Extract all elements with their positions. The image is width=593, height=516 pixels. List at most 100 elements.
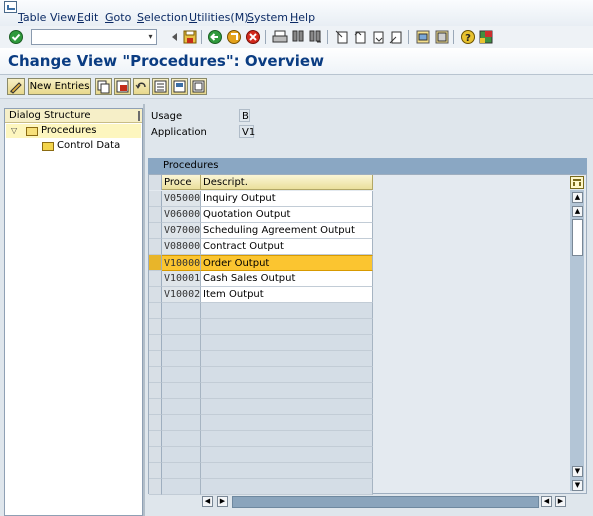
save-icon[interactable] bbox=[182, 29, 198, 45]
select-all-rows[interactable] bbox=[149, 175, 162, 190]
chevron-down-icon[interactable]: ▾ bbox=[146, 31, 155, 42]
scroll-first-icon[interactable]: ▲ bbox=[572, 192, 583, 203]
cell-description[interactable]: Scheduling Agreement Output bbox=[201, 223, 373, 239]
find-icon[interactable] bbox=[290, 29, 306, 45]
cell-procedure bbox=[162, 447, 201, 463]
copy-button[interactable] bbox=[95, 78, 112, 95]
cell-procedure bbox=[162, 319, 201, 335]
edit-button[interactable] bbox=[7, 78, 25, 95]
row-selector[interactable] bbox=[149, 351, 162, 367]
print-icon[interactable] bbox=[272, 29, 288, 45]
resize-grip[interactable] bbox=[138, 111, 140, 121]
row-selector[interactable] bbox=[149, 191, 162, 207]
cell-description bbox=[201, 303, 373, 319]
enter-icon[interactable] bbox=[8, 29, 24, 45]
command-field[interactable]: ▾ bbox=[31, 29, 157, 45]
column-header-description[interactable]: Descript. bbox=[201, 175, 373, 190]
create-session-icon[interactable] bbox=[415, 29, 431, 45]
scroll-down-icon[interactable]: ▼ bbox=[572, 466, 583, 477]
back-icon[interactable] bbox=[207, 29, 223, 45]
row-selector[interactable] bbox=[149, 255, 162, 271]
cell-description[interactable]: Quotation Output bbox=[201, 207, 373, 223]
menu-selection[interactable]: Selection bbox=[137, 11, 188, 24]
row-selector[interactable] bbox=[149, 223, 162, 239]
cell-procedure bbox=[162, 415, 201, 431]
cell-description[interactable]: Cash Sales Output bbox=[201, 271, 373, 287]
table-settings-icon[interactable] bbox=[570, 176, 584, 189]
delete-button[interactable] bbox=[114, 78, 131, 95]
layout-icon[interactable] bbox=[478, 29, 494, 45]
column-header-procedure[interactable]: Proce bbox=[162, 175, 201, 190]
deselect-all-button[interactable] bbox=[190, 78, 207, 95]
menu-system[interactable]: System bbox=[247, 11, 288, 24]
cell-description[interactable]: Inquiry Output bbox=[201, 191, 373, 207]
cell-procedure: V10001 bbox=[162, 271, 201, 287]
cell-procedure: V07000 bbox=[162, 223, 201, 239]
open-folder-icon bbox=[26, 127, 38, 136]
menu-goto[interactable]: Goto bbox=[105, 11, 131, 24]
toolbar-separator bbox=[453, 30, 454, 44]
application-field: V1 bbox=[239, 125, 255, 138]
row-selector[interactable] bbox=[149, 431, 162, 447]
vertical-scroll-thumb[interactable] bbox=[572, 219, 583, 256]
row-selector[interactable] bbox=[149, 367, 162, 383]
scroll-right-icon[interactable]: ▶ bbox=[217, 496, 228, 507]
expand-triangle-icon[interactable]: ▽ bbox=[11, 124, 17, 138]
row-selector[interactable] bbox=[149, 239, 162, 255]
shortcut-icon[interactable] bbox=[434, 29, 450, 45]
command-arrow-icon[interactable] bbox=[167, 29, 183, 45]
menu-help[interactable]: Help bbox=[290, 11, 315, 24]
last-page-icon[interactable] bbox=[388, 29, 404, 45]
tree-item-control-data[interactable]: Control Data bbox=[6, 139, 141, 153]
row-selector[interactable] bbox=[149, 287, 162, 303]
scroll-left-end-icon[interactable]: ◀ bbox=[541, 496, 552, 507]
menu-utilities[interactable]: Utilities(M) bbox=[189, 11, 249, 24]
dialog-structure-panel: Dialog Structure ▽ Procedures Control Da… bbox=[4, 108, 143, 516]
row-selector[interactable] bbox=[149, 463, 162, 479]
cell-description[interactable]: Contract Output bbox=[201, 239, 373, 255]
usage-label: Usage bbox=[151, 111, 183, 122]
scroll-left-icon[interactable]: ◀ bbox=[202, 496, 213, 507]
horizontal-scrollbar[interactable] bbox=[232, 496, 539, 508]
select-block-button[interactable] bbox=[171, 78, 188, 95]
tree-item-label: Control Data bbox=[57, 140, 121, 151]
toolbar-separator bbox=[201, 30, 202, 44]
panel-splitter[interactable] bbox=[143, 104, 145, 516]
cell-procedure bbox=[162, 383, 201, 399]
dialog-structure-header: Dialog Structure bbox=[5, 109, 142, 123]
menu-edit[interactable]: Edit bbox=[77, 11, 98, 24]
row-selector[interactable] bbox=[149, 303, 162, 319]
cell-description bbox=[201, 415, 373, 431]
menu-table-view[interactable]: Table View bbox=[18, 11, 76, 24]
find-next-icon[interactable] bbox=[307, 29, 323, 45]
cell-description[interactable]: Item Output bbox=[201, 287, 373, 303]
new-entries-button[interactable]: New Entries bbox=[28, 78, 91, 95]
cancel-icon[interactable] bbox=[245, 29, 261, 45]
row-selector[interactable] bbox=[149, 335, 162, 351]
row-selector[interactable] bbox=[149, 383, 162, 399]
next-page-icon[interactable] bbox=[370, 29, 386, 45]
exit-icon[interactable] bbox=[226, 29, 242, 45]
copy-icon bbox=[97, 80, 110, 94]
row-selector[interactable] bbox=[149, 319, 162, 335]
system-menu-icon[interactable] bbox=[4, 1, 17, 13]
previous-page-icon[interactable] bbox=[352, 29, 368, 45]
cell-description[interactable]: Order Output bbox=[201, 255, 373, 271]
row-selector[interactable] bbox=[149, 415, 162, 431]
cell-procedure: V08000 bbox=[162, 239, 201, 255]
scroll-last-icon[interactable]: ▼ bbox=[572, 480, 583, 491]
first-page-icon[interactable] bbox=[334, 29, 350, 45]
cell-description bbox=[201, 399, 373, 415]
row-selector[interactable] bbox=[149, 479, 162, 495]
select-all-button[interactable] bbox=[152, 78, 169, 95]
row-selector[interactable] bbox=[149, 399, 162, 415]
undo-icon bbox=[135, 82, 146, 89]
row-selector[interactable] bbox=[149, 207, 162, 223]
tree-item-procedures[interactable]: ▽ Procedures bbox=[6, 124, 141, 138]
scroll-right-end-icon[interactable]: ▶ bbox=[555, 496, 566, 507]
scroll-up-icon[interactable]: ▲ bbox=[572, 206, 583, 217]
row-selector[interactable] bbox=[149, 447, 162, 463]
undo-button[interactable] bbox=[133, 78, 150, 95]
help-icon[interactable]: ? bbox=[460, 29, 476, 45]
row-selector[interactable] bbox=[149, 271, 162, 287]
